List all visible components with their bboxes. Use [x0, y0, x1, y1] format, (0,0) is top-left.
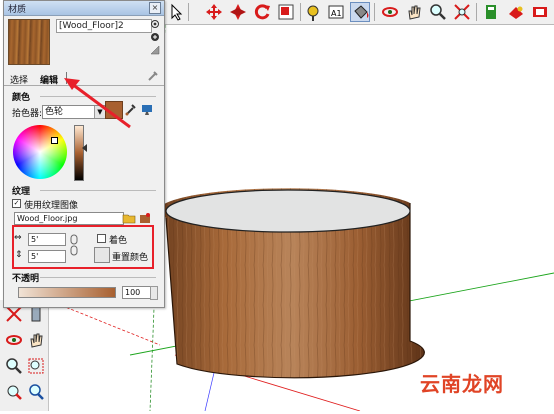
annotation-arrow: [64, 78, 131, 129]
watermark-text: 云南龙网: [420, 372, 504, 396]
